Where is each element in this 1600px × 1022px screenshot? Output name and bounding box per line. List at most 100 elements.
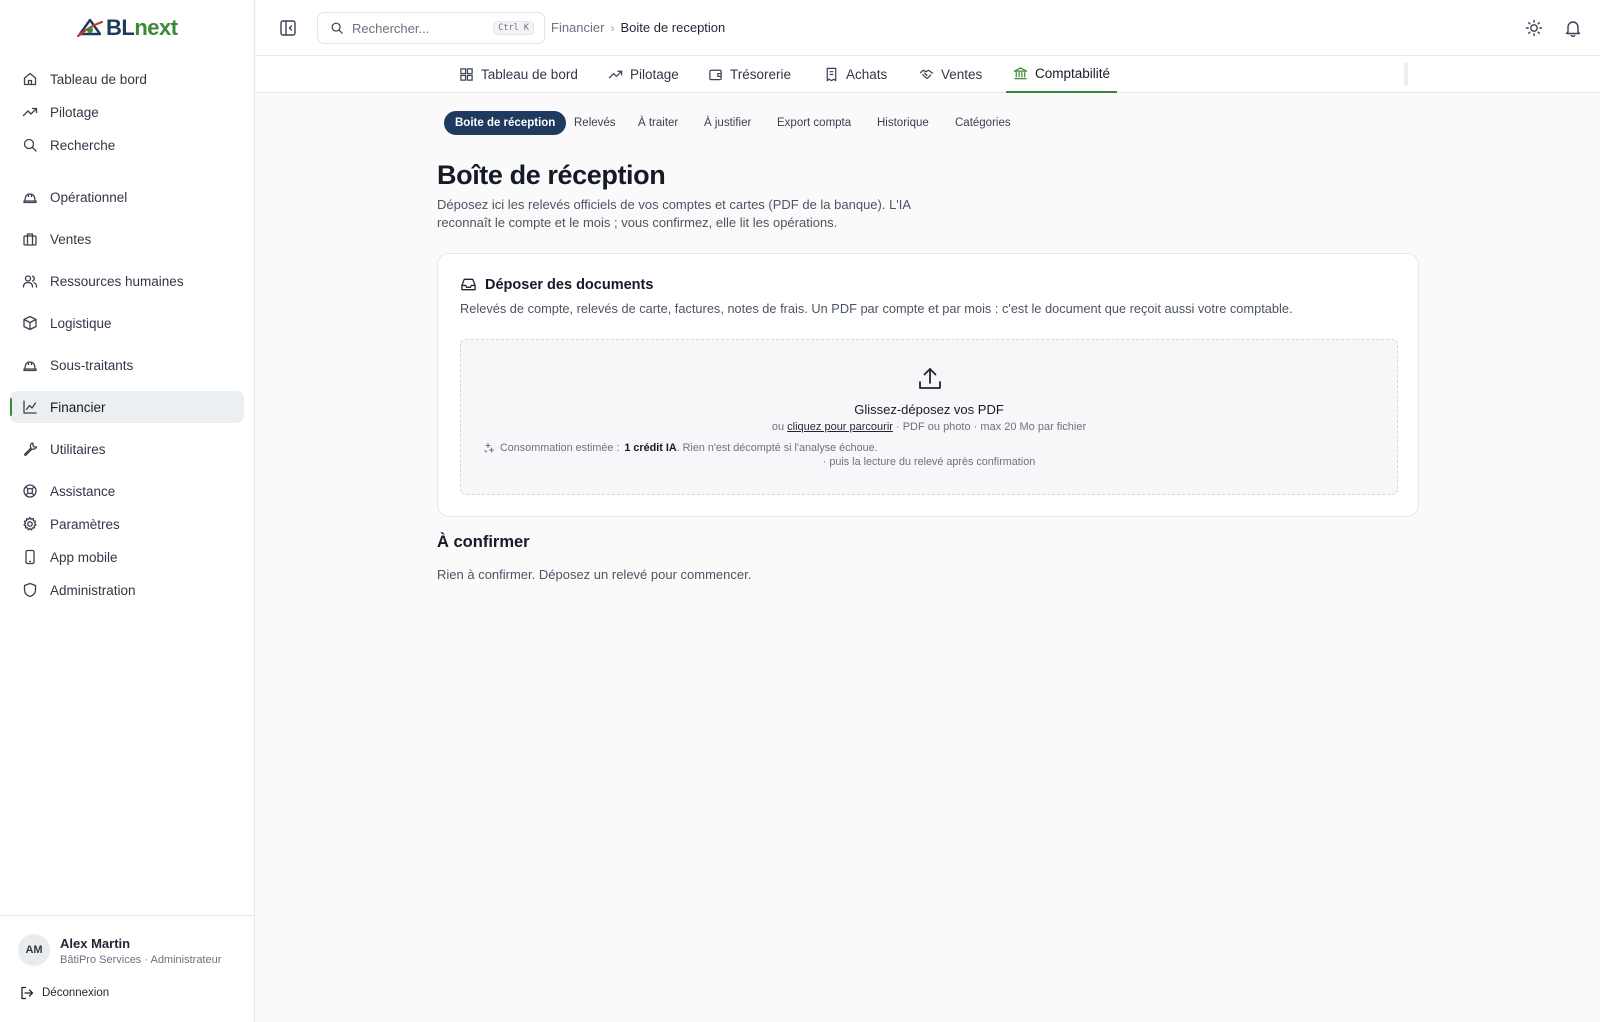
trend-up-icon	[608, 70, 623, 79]
sidebar-item-pilotage[interactable]: Pilotage	[10, 96, 244, 128]
sidebar-item-label: Ressources humaines	[50, 273, 184, 289]
page-title: Boîte de réception	[437, 160, 666, 190]
dropzone-prefix: ou	[771, 421, 785, 433]
search-icon	[331, 22, 343, 34]
sidebar-item-administration[interactable]: Administration	[10, 574, 244, 606]
subtab-a-traiter[interactable]: À traiter	[627, 111, 689, 135]
sidebar-item-label: Assistance	[50, 483, 116, 499]
avatar[interactable]: AM	[18, 934, 50, 966]
handshake-icon	[919, 69, 934, 79]
sidebar-toggle-icon[interactable]	[278, 18, 298, 38]
trend-up-icon	[22, 107, 38, 117]
chevron-right-icon: ›	[610, 20, 615, 35]
upload-card-title: Déposer des documents	[460, 276, 653, 293]
sidebar-item-label: Paramètres	[50, 516, 120, 532]
phone-icon	[25, 549, 35, 565]
sidebar-item-financier[interactable]: Financier	[10, 391, 244, 423]
sidebar-item-utilitaires[interactable]: Utilitaires	[10, 433, 244, 465]
user-name: Alex Martin	[60, 936, 131, 951]
sidebar-item-label: Administration	[50, 582, 136, 598]
tab-ventes[interactable]: Ventes	[919, 56, 982, 93]
tab-comptabilite[interactable]: Comptabilité	[1006, 56, 1118, 93]
search-input[interactable]	[352, 20, 490, 36]
sidebar-item-app-mobile[interactable]: App mobile	[10, 541, 244, 573]
ai-cost-note-continued: · puis la lecture du relevé après confir…	[822, 456, 1036, 468]
sidebar-item-ressources-humaines[interactable]: Ressources humaines	[10, 265, 244, 297]
logout-label: Déconnexion	[42, 987, 110, 999]
ai-cost-prefix: Consommation estimée :	[500, 442, 620, 454]
receipt-icon	[826, 67, 837, 82]
wrench-icon	[23, 442, 38, 457]
sidebar-item-assistance[interactable]: Assistance	[10, 475, 244, 507]
sidebar-item-logistique[interactable]: Logistique	[10, 307, 244, 339]
gear-icon	[23, 516, 37, 531]
sparkles-icon	[484, 442, 495, 453]
subtab-export-compta[interactable]: Export compta	[766, 111, 862, 135]
logo-mark-icon	[76, 18, 104, 38]
sidebar-item-ventes[interactable]: Ventes	[10, 223, 244, 255]
dropzone-suffix: · PDF ou photo · max 20 Mo par fichier	[896, 421, 1087, 433]
upload-card-title-text: Déposer des documents	[485, 276, 654, 293]
sidebar-item-label: Tableau de bord	[50, 71, 147, 87]
search-shortcut: Ctrl K	[493, 21, 534, 35]
upload-card: Déposer des documents Relevés de compte,…	[437, 253, 1419, 517]
subtab-historique[interactable]: Historique	[866, 111, 940, 135]
sidebar-item-label: Financier	[50, 399, 106, 415]
grid-icon	[460, 68, 473, 81]
app-logo[interactable]: BLnext	[76, 14, 178, 42]
upload-card-description: Relevés de compte, relevés de carte, fac…	[460, 301, 1293, 316]
sidebar-item-label: Opérationnel	[50, 189, 128, 205]
bell-icon[interactable]	[1563, 18, 1583, 38]
breadcrumb-item-financier[interactable]: Financier	[551, 20, 604, 35]
tab-pilotage[interactable]: Pilotage	[608, 56, 679, 93]
upload-icon	[919, 368, 941, 389]
box-icon	[23, 315, 37, 331]
hard-hat-icon	[23, 193, 37, 204]
sidebar-item-label: Logistique	[50, 315, 112, 331]
sidebar-item-label: App mobile	[50, 549, 118, 565]
sidebar-item-tableau-de-bord[interactable]: Tableau de bord	[10, 63, 244, 95]
ai-cost-suffix: . Rien n'est décompté si l'analyse échou…	[676, 442, 878, 454]
sidebar-item-label: Utilitaires	[50, 441, 106, 457]
tabs-scrollbar[interactable]	[1404, 62, 1408, 86]
sidebar-item-operationnel[interactable]: Opérationnel	[10, 181, 244, 213]
bank-icon	[1013, 67, 1028, 80]
logout-button[interactable]: Déconnexion	[20, 986, 109, 1000]
subtab-a-justifier[interactable]: À justifier	[693, 111, 762, 135]
search-box[interactable]: Ctrl K	[317, 12, 545, 44]
file-dropzone[interactable]: Glissez-déposez vos PDF ou cliquez pour …	[460, 339, 1398, 495]
sidebar-item-sous-traitants[interactable]: Sous-traitants	[10, 349, 244, 381]
sidebar-item-parametres[interactable]: Paramètres	[10, 508, 244, 540]
subtab-releves[interactable]: Relevés	[563, 111, 627, 135]
tab-label: Pilotage	[630, 67, 679, 82]
subtab-categories[interactable]: Catégories	[944, 111, 1022, 135]
dropzone-subtitle: ou cliquez pour parcourir · PDF ou photo…	[461, 421, 1397, 433]
tab-achats[interactable]: Achats	[824, 56, 887, 93]
module-tabs: Tableau de bord Pilotage Trésorerie Acha…	[256, 56, 1600, 93]
browse-files-link[interactable]: cliquez pour parcourir	[787, 421, 893, 433]
user-role: BâtiPro Services · Administrateur	[60, 954, 222, 966]
tab-label: Tableau de bord	[481, 67, 578, 82]
ai-cost-note: Consommation estimée : 1 crédit IA. Rien …	[483, 442, 878, 454]
wallet-icon	[709, 69, 722, 81]
to-confirm-empty-state: Rien à confirmer. Déposez un relevé pour…	[437, 567, 752, 582]
shield-icon	[23, 582, 37, 598]
search-icon	[23, 138, 37, 152]
sidebar-item-label: Recherche	[50, 137, 116, 153]
sun-icon[interactable]	[1524, 18, 1544, 38]
sidebar-item-label: Pilotage	[50, 104, 99, 120]
subtab-boite-de-reception[interactable]: Boite de réception	[444, 111, 567, 135]
tab-label: Ventes	[941, 67, 983, 82]
chart-line-icon	[23, 400, 37, 414]
tab-tresorerie[interactable]: Trésorerie	[708, 56, 791, 93]
to-confirm-title: À confirmer	[437, 533, 530, 551]
home-icon	[23, 72, 37, 86]
briefcase-icon	[23, 233, 37, 246]
inbox-icon	[461, 278, 476, 291]
sidebar-item-recherche[interactable]: Recherche	[10, 129, 244, 161]
dropzone-title: Glissez-déposez vos PDF	[854, 402, 1004, 417]
lifebuoy-icon	[23, 484, 37, 498]
sidebar-item-label: Ventes	[50, 231, 92, 247]
ai-cost-value: 1 crédit IA	[624, 442, 677, 454]
tab-tableau-de-bord[interactable]: Tableau de bord	[459, 56, 578, 93]
